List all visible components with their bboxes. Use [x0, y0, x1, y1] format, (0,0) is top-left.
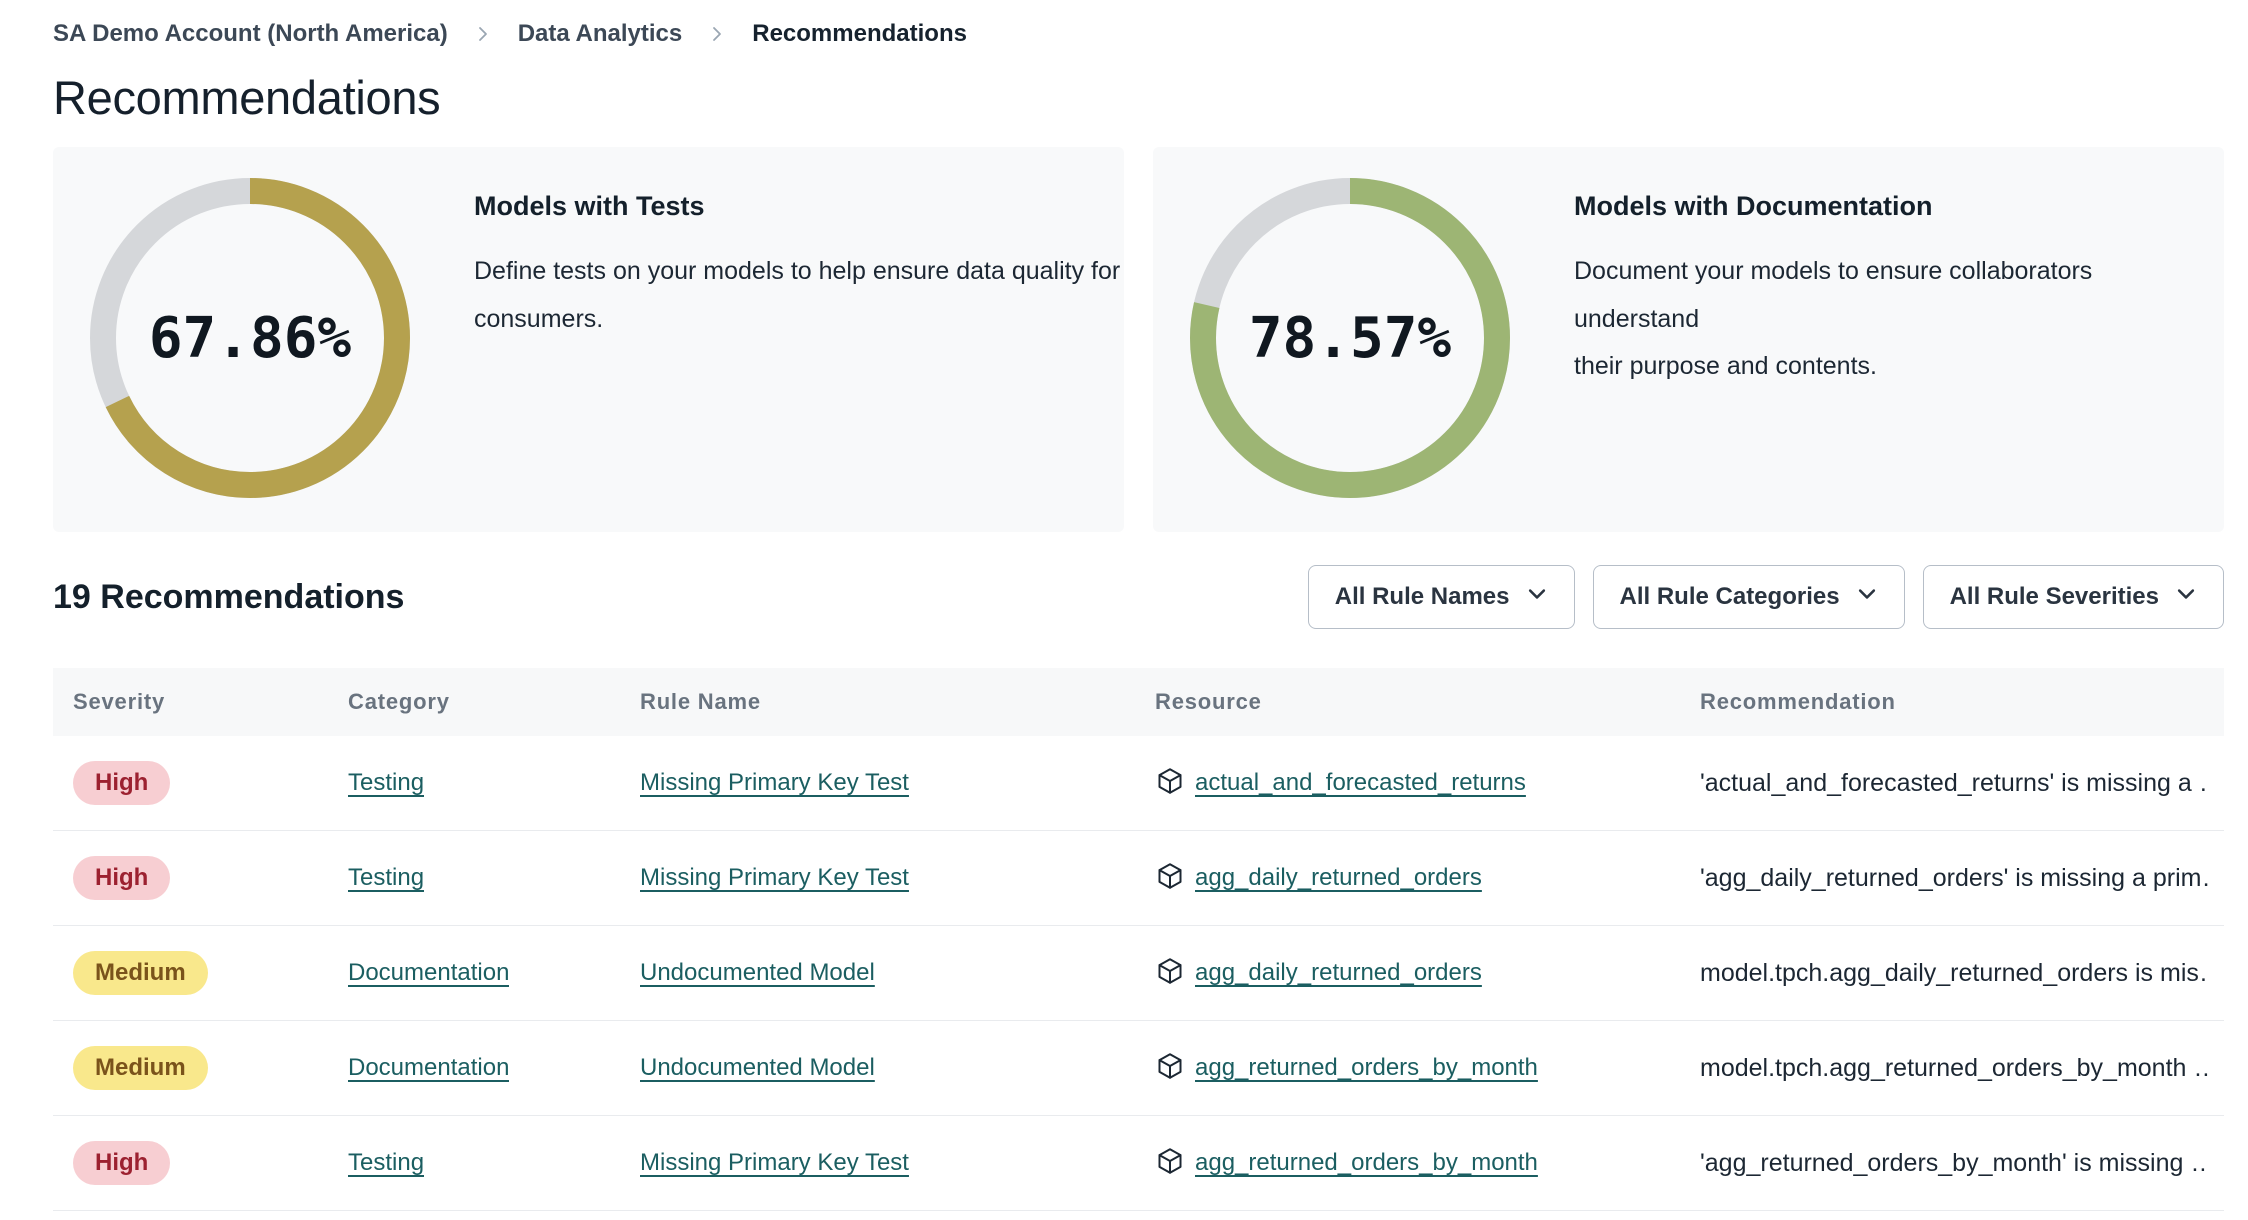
page-title: Recommendations: [53, 71, 441, 124]
severity-badge: High: [73, 761, 171, 805]
recommendation-cell: 'actual_and_forecasted_returns' is missi…: [1680, 769, 2224, 798]
rule-name-cell: Missing Primary Key Test: [620, 769, 1135, 797]
breadcrumb-account-link[interactable]: SA Demo Account (North America): [53, 20, 448, 48]
severity-badge: Medium: [73, 951, 208, 995]
model-cube-icon: [1155, 766, 1185, 801]
documentation-percent-value: 78.57%: [1248, 305, 1452, 371]
category-cell: Documentation: [328, 1054, 620, 1082]
rule-name-cell: Undocumented Model: [620, 959, 1135, 987]
recommendation-text: model.tpch.agg_returned_orders_by_month …: [1700, 1053, 2208, 1082]
card-description: Define tests on your models to help ensu…: [474, 257, 1121, 333]
resource-link[interactable]: agg_daily_returned_orders: [1195, 959, 1482, 987]
documentation-donut-chart: 78.57%: [1190, 178, 1510, 498]
filter-bar: All Rule Names All Rule Categories All R…: [1307, 565, 2224, 629]
column-header-category: Category: [348, 689, 450, 714]
card-models-with-documentation: 78.57% Models with Documentation Documen…: [1153, 147, 2224, 532]
recommendation-cell: 'agg_returned_orders_by_month' is missin…: [1680, 1149, 2224, 1178]
resource-link[interactable]: actual_and_forecasted_returns: [1195, 769, 1526, 797]
tests-percent-value: 67.86%: [148, 305, 352, 371]
filter-label: All Rule Categories: [1619, 583, 1840, 610]
chevron-right-icon: [474, 22, 492, 46]
recommendation-text: 'agg_returned_orders_by_month' is missin…: [1700, 1148, 2208, 1177]
recommendation-text: 'actual_and_forecasted_returns' is missi…: [1700, 768, 2208, 797]
card-description: Document your models to ensure collabora…: [1574, 257, 2093, 380]
rule-name-link[interactable]: Missing Primary Key Test: [640, 1149, 909, 1177]
resource-link[interactable]: agg_returned_orders_by_month: [1195, 1149, 1538, 1177]
chevron-right-icon: [708, 22, 726, 46]
recommendation-cell: model.tpch.agg_returned_orders_by_month …: [1680, 1054, 2224, 1083]
rule-categories-filter-dropdown[interactable]: All Rule Categories: [1592, 565, 1905, 629]
category-link[interactable]: Documentation: [348, 1054, 509, 1082]
list-header: 19 Recommendations All Rule Names All Ru…: [53, 565, 2224, 629]
rule-name-link[interactable]: Undocumented Model: [640, 959, 875, 987]
severity-badge: High: [73, 1141, 171, 1185]
rule-severities-filter-dropdown[interactable]: All Rule Severities: [1922, 565, 2224, 629]
rule-name-cell: Missing Primary Key Test: [620, 1149, 1135, 1177]
resource-cell: actual_and_forecasted_returns: [1135, 766, 1680, 801]
column-header-rule-name: Rule Name: [640, 689, 761, 714]
resource-cell: agg_returned_orders_by_month: [1135, 1146, 1680, 1181]
rule-names-filter-dropdown[interactable]: All Rule Names: [1307, 565, 1575, 629]
category-link[interactable]: Testing: [348, 864, 424, 892]
category-cell: Testing: [328, 1149, 620, 1177]
tests-donut-chart: 67.86%: [90, 178, 410, 498]
category-cell: Testing: [328, 864, 620, 892]
recommendation-cell: 'agg_daily_returned_orders' is missing a…: [1680, 864, 2224, 893]
resource-cell: agg_returned_orders_by_month: [1135, 1051, 1680, 1086]
recommendation-text: model.tpch.agg_daily_returned_orders is …: [1700, 958, 2208, 987]
rule-name-cell: Missing Primary Key Test: [620, 864, 1135, 892]
recommendation-text: 'agg_daily_returned_orders' is missing a…: [1700, 863, 2208, 892]
table-row: Medium Documentation Undocumented Model …: [53, 926, 2224, 1021]
severity-badge: High: [73, 856, 171, 900]
severity-cell: High: [53, 856, 328, 900]
rule-name-link[interactable]: Missing Primary Key Test: [640, 769, 909, 797]
column-header-resource: Resource: [1155, 689, 1262, 714]
table-row: High Testing Missing Primary Key Test ac…: [53, 736, 2224, 831]
severity-cell: High: [53, 1141, 328, 1185]
breadcrumb-project-link[interactable]: Data Analytics: [518, 20, 683, 48]
chevron-down-icon: [1856, 583, 1878, 612]
rule-name-link[interactable]: Undocumented Model: [640, 1054, 875, 1082]
card-models-with-tests: 67.86% Models with Tests Define tests on…: [53, 147, 1124, 532]
severity-badge: Medium: [73, 1046, 208, 1090]
severity-cell: High: [53, 761, 328, 805]
card-title: Models with Documentation: [1574, 191, 1933, 221]
category-cell: Documentation: [328, 959, 620, 987]
resource-cell: agg_daily_returned_orders: [1135, 956, 1680, 991]
table-row: Medium Documentation Undocumented Model …: [53, 1021, 2224, 1116]
recommendation-cell: model.tpch.agg_daily_returned_orders is …: [1680, 959, 2224, 988]
model-cube-icon: [1155, 1146, 1185, 1181]
chevron-down-icon: [2175, 583, 2197, 612]
recommendations-count-heading: 19 Recommendations: [53, 577, 405, 616]
rule-name-link[interactable]: Missing Primary Key Test: [640, 864, 909, 892]
breadcrumb-current: Recommendations: [752, 20, 967, 47]
severity-cell: Medium: [53, 1046, 328, 1090]
table-row: High Testing Missing Primary Key Test ag…: [53, 831, 2224, 926]
filter-label: All Rule Severities: [1949, 583, 2159, 610]
table-body: High Testing Missing Primary Key Test ac…: [53, 736, 2224, 1211]
metric-cards: 67.86% Models with Tests Define tests on…: [53, 147, 2224, 532]
recommendations-table: Severity Category Rule Name Resource Rec…: [53, 668, 2224, 1211]
model-cube-icon: [1155, 956, 1185, 991]
table-row: High Testing Missing Primary Key Test ag…: [53, 1116, 2224, 1211]
rule-name-cell: Undocumented Model: [620, 1054, 1135, 1082]
category-cell: Testing: [328, 769, 620, 797]
resource-link[interactable]: agg_daily_returned_orders: [1195, 864, 1482, 892]
model-cube-icon: [1155, 1051, 1185, 1086]
filter-label: All Rule Names: [1334, 583, 1510, 610]
card-title: Models with Tests: [474, 191, 705, 221]
column-header-recommendation: Recommendation: [1700, 689, 1896, 714]
table-header-row: Severity Category Rule Name Resource Rec…: [53, 668, 2224, 736]
category-link[interactable]: Testing: [348, 1149, 424, 1177]
category-link[interactable]: Testing: [348, 769, 424, 797]
column-header-severity: Severity: [73, 689, 166, 714]
breadcrumb: SA Demo Account (North America) Data Ana…: [53, 20, 2224, 48]
chevron-down-icon: [1526, 583, 1548, 612]
severity-cell: Medium: [53, 951, 328, 995]
resource-cell: agg_daily_returned_orders: [1135, 861, 1680, 896]
resource-link[interactable]: agg_returned_orders_by_month: [1195, 1054, 1538, 1082]
model-cube-icon: [1155, 861, 1185, 896]
category-link[interactable]: Documentation: [348, 959, 509, 987]
